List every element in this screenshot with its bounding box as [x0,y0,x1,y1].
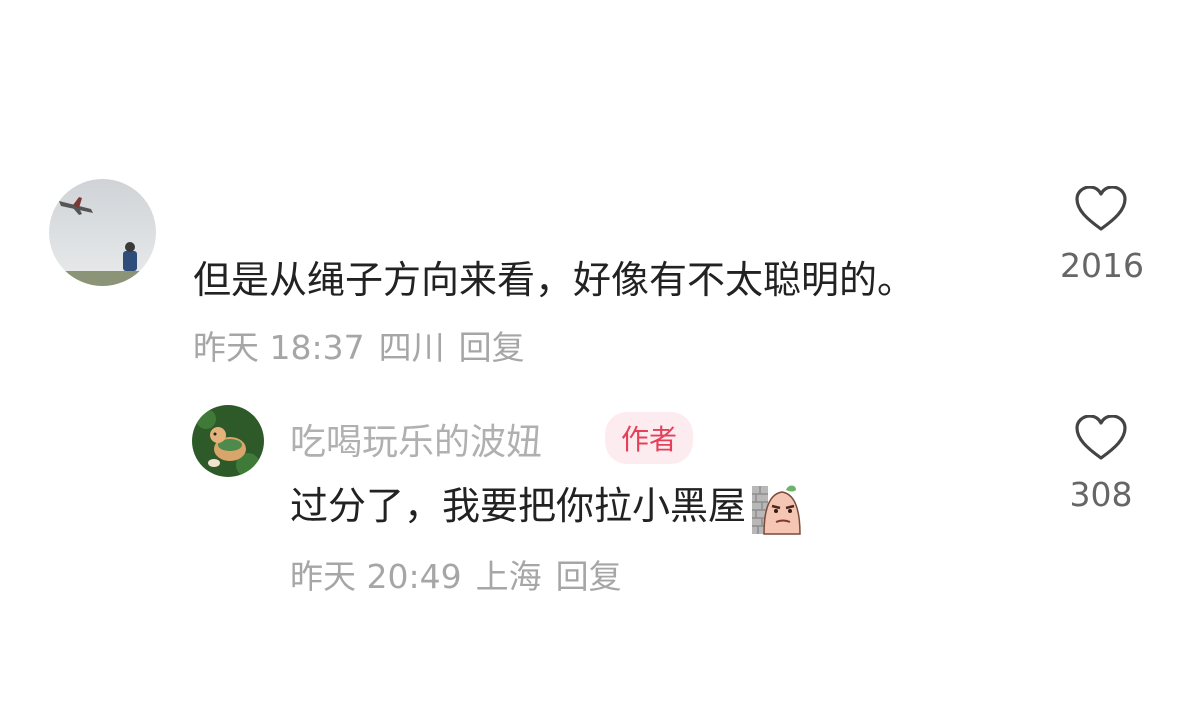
reply-like-button[interactable]: 308 [1060,415,1142,514]
heart-icon [1075,186,1127,231]
like-count: 2016 [1060,246,1144,285]
dark-room-sticker-icon [752,485,801,535]
commenter-avatar[interactable] [49,179,156,286]
reply-button[interactable]: 回复 [459,328,525,367]
reply-location: 上海 [475,557,542,596]
reply-like-count: 308 [1069,475,1133,514]
reply-meta: 昨天 20:49 上海 回复 [290,550,622,598]
comment-time: 昨天 18:37 [193,328,365,367]
reply-text: 过分了，我要把你拉小黑屋 [290,484,747,528]
reply-text-row: 过分了，我要把你拉小黑屋 [290,475,802,536]
plane-avatar-icon [49,179,156,286]
reply-username[interactable]: 吃喝玩乐的波妞 [290,413,542,465]
heart-icon [1075,415,1127,460]
reply-reply-button[interactable]: 回复 [556,557,622,596]
reply-avatar[interactable] [192,405,264,477]
reply-time: 昨天 20:49 [290,557,462,596]
comment-meta: 昨天 18:37 四川 回复 [193,321,525,369]
author-badge: 作者 [605,412,694,464]
like-button[interactable]: 2016 [1060,186,1144,285]
comment-text: 但是从绳子方向来看，好像有不太聪明的。 [193,258,916,302]
corgi-avatar-icon [192,405,264,477]
comment-location: 四川 [378,328,445,367]
comment-thread: 但是从绳子方向来看，好像有不太聪明的。 昨天 18:37 四川 回复 2016 吃喝… [0,0,1179,724]
